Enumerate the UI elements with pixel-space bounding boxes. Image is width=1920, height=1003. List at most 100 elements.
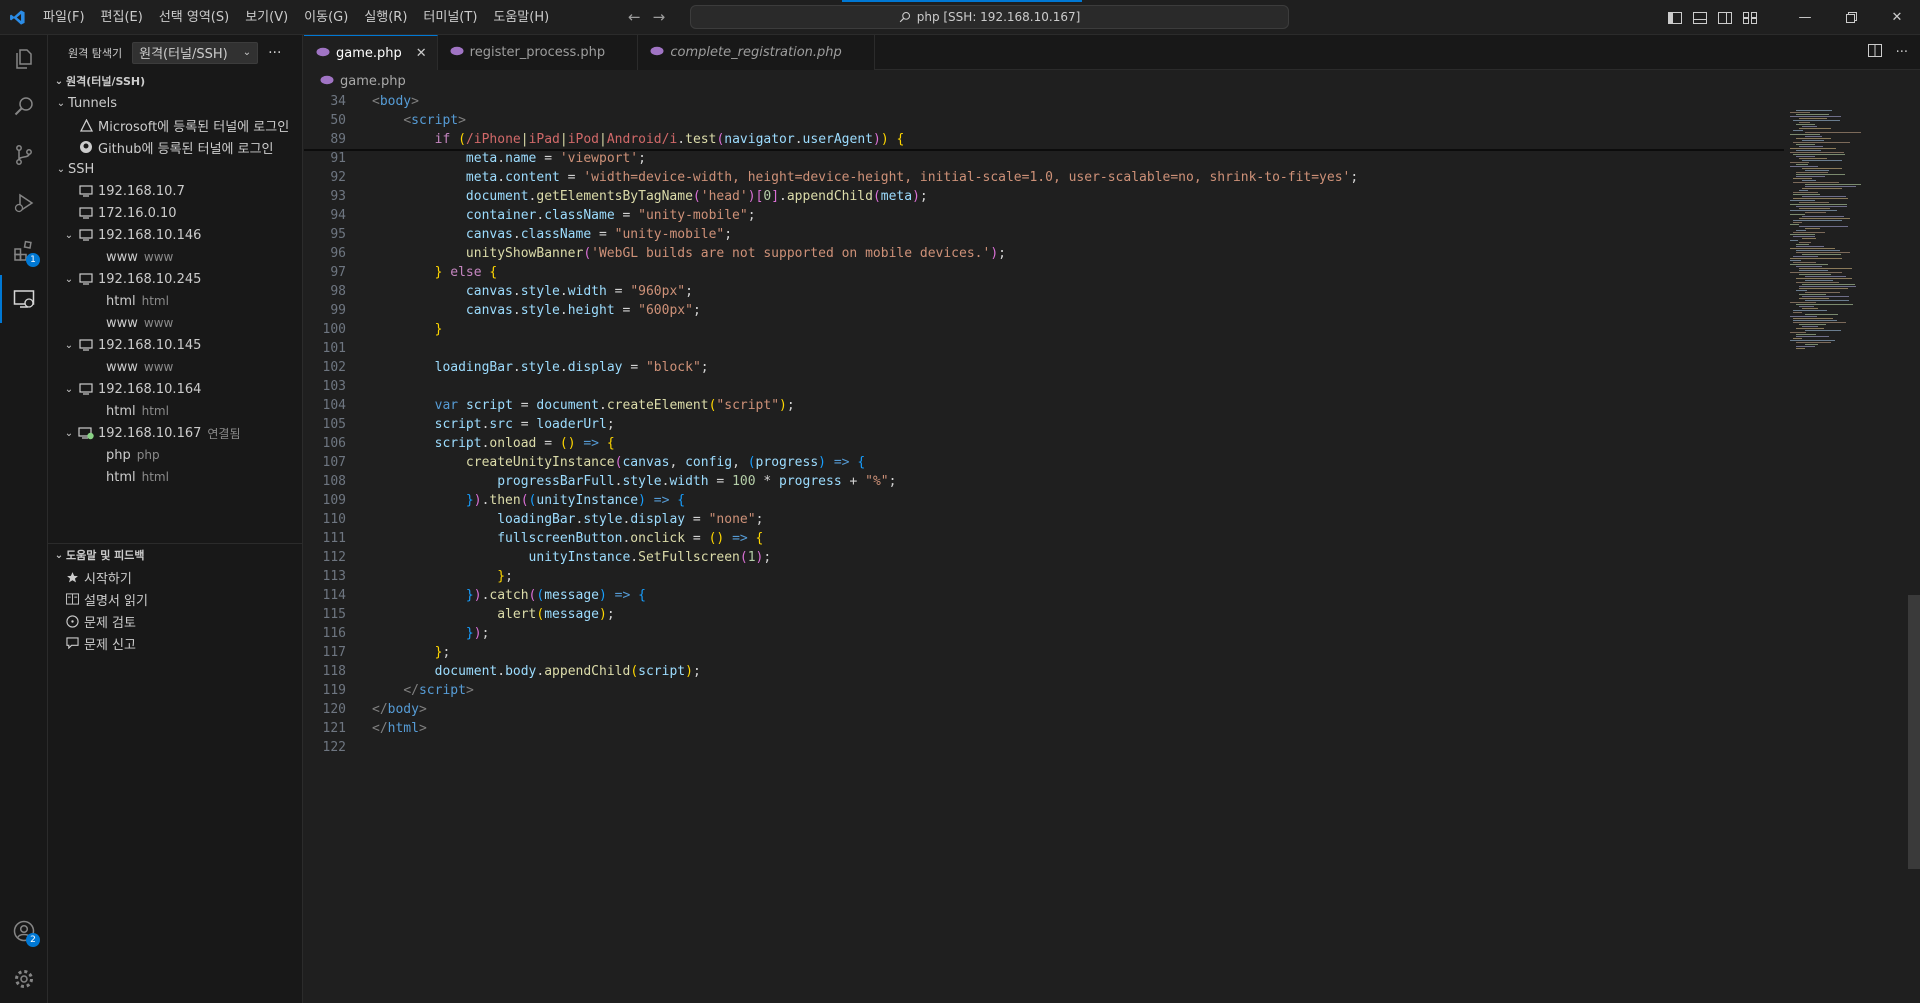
php-file-icon	[650, 45, 664, 60]
menu-item-2[interactable]: 선택 영역(S)	[151, 0, 237, 35]
customize-layout-icon[interactable]	[1737, 0, 1762, 35]
minimap-line	[1793, 154, 1845, 155]
ssh-host-item[interactable]: ⌄ 192.168.10.245	[48, 268, 302, 290]
code-line: 98 canvas.style.width = "960px";	[304, 282, 1784, 301]
tab-list: game.php ✕ register_process.php complete_r…	[304, 35, 876, 70]
remote-folder-item[interactable]: www www	[48, 356, 302, 378]
breadcrumb[interactable]: game.php	[304, 70, 1920, 92]
help-list: 시작하기 설명서 읽기 문제 검토 문제 신고	[48, 566, 302, 654]
code-token: ;	[606, 607, 615, 622]
minimap-line	[1790, 316, 1817, 317]
scrollbar-thumb[interactable]	[1908, 595, 1920, 869]
toggle-primary-sidebar-icon[interactable]	[1662, 0, 1687, 35]
minimap-line	[1790, 210, 1837, 211]
ssh-host-item[interactable]: ⌄ 192.168.10.146	[48, 224, 302, 246]
code-token: progress	[755, 455, 819, 470]
remote-section-header[interactable]: ⌄ 원격(터널/SSH)	[48, 70, 302, 92]
search-view-icon[interactable]	[0, 83, 48, 131]
minimap-line	[1802, 168, 1842, 169]
editor-area: game.php ✕ register_process.php complete_r…	[304, 35, 1920, 1003]
remote-folder-item[interactable]: php php	[48, 444, 302, 466]
run-debug-icon[interactable]	[0, 179, 48, 227]
code-editor[interactable]: 34 <body> 50 <script> 89 if (/iPhone|iPad|i…	[304, 92, 1784, 757]
tunnel-login-item[interactable]: Microsoft에 등록된 터널에 로그인	[48, 114, 302, 136]
chevron-down-icon: ⌄	[64, 383, 74, 395]
tab-complete-registration-php[interactable]: complete_registration.php	[638, 35, 876, 70]
menu-item-0[interactable]: 파일(F)	[35, 0, 93, 35]
minimize-icon[interactable]: —	[1782, 0, 1828, 35]
command-center-search[interactable]: php [SSH: 192.168.10.167]	[690, 5, 1289, 29]
code-token: 'head'	[700, 189, 748, 204]
manage-gear-icon[interactable]	[0, 955, 48, 1003]
menu-item-3[interactable]: 보기(V)	[237, 0, 296, 35]
code-token: ]	[771, 189, 780, 204]
minimap-line	[1793, 178, 1812, 179]
remote-folder-item[interactable]: html html	[48, 466, 302, 488]
close-tab-icon[interactable]	[856, 45, 864, 60]
help-item[interactable]: 설명서 읽기	[48, 588, 302, 610]
code-token: createElement	[606, 398, 709, 413]
row-description: www	[143, 316, 174, 330]
toggle-secondary-sidebar-icon[interactable]	[1712, 0, 1737, 35]
code-token: .	[559, 303, 568, 318]
restore-icon[interactable]	[1828, 0, 1874, 35]
more-actions-icon[interactable]: ···	[1896, 45, 1908, 60]
toggle-panel-icon[interactable]	[1687, 0, 1712, 35]
ssh-host-item[interactable]: ⌄ 192.168.10.164	[48, 378, 302, 400]
line-number: 116	[322, 626, 346, 641]
ssh-host-item[interactable]: ⌄ 192.168.10.145	[48, 334, 302, 356]
tab-game-php[interactable]: game.php ✕	[304, 35, 438, 70]
menu-item-6[interactable]: 터미널(T)	[415, 0, 485, 35]
minimap-line	[1796, 110, 1832, 111]
source-control-icon[interactable]	[0, 131, 48, 179]
minimap[interactable]	[1784, 92, 1904, 1003]
minimap-line	[1799, 306, 1814, 307]
accounts-icon[interactable]: 2	[0, 907, 48, 955]
remote-folder-item[interactable]: html html	[48, 290, 302, 312]
tunnels-group[interactable]: ⌄ Tunnels	[48, 92, 302, 114]
back-arrow-icon[interactable]: ←	[628, 8, 641, 26]
ssh-host-item[interactable]: ⌄ 192.168.10.167 연결됨	[48, 422, 302, 444]
code-token: "600px"	[638, 303, 693, 318]
ssh-host-item[interactable]: 172.16.0.10	[48, 202, 302, 224]
close-tab-icon[interactable]	[619, 45, 627, 60]
tunnel-login-item[interactable]: Github에 등록된 터널에 로그인	[48, 136, 302, 158]
help-section-header[interactable]: ⌄ 도움말 및 피드백	[48, 544, 302, 566]
code-token: meta	[465, 151, 498, 166]
code-token: {	[857, 455, 866, 470]
ssh-host-item[interactable]: 192.168.10.7	[48, 180, 302, 202]
vertical-scrollbar[interactable]	[1906, 92, 1920, 1003]
help-item[interactable]: 문제 검토	[48, 610, 302, 632]
code-token: .	[512, 303, 521, 318]
close-tab-icon[interactable]: ✕	[416, 46, 427, 61]
tab-register-process-php[interactable]: register_process.php	[437, 35, 639, 70]
star-icon	[62, 571, 82, 584]
remote-explorer-icon[interactable]	[0, 275, 48, 323]
minimap-line	[1793, 312, 1802, 313]
help-item[interactable]: 문제 신고	[48, 632, 302, 654]
explorer-icon[interactable]	[0, 35, 48, 83]
remote-folder-item[interactable]: html html	[48, 400, 302, 422]
split-editor-icon[interactable]	[1867, 44, 1882, 61]
ssh-group[interactable]: ⌄ SSH	[48, 158, 302, 180]
code-token: script	[434, 436, 482, 451]
code-token: =>	[614, 588, 631, 603]
line-text: unityInstance.SetFullscreen(1);	[346, 548, 772, 567]
menu-item-1[interactable]: 편집(E)	[93, 0, 151, 35]
forward-arrow-icon[interactable]: →	[653, 8, 666, 26]
help-item[interactable]: 시작하기	[48, 566, 302, 588]
nav-arrows: ← →	[628, 8, 665, 26]
extensions-icon[interactable]: 1	[0, 227, 48, 275]
remote-type-dropdown[interactable]: 원격(터널/SSH) ⌄	[132, 41, 259, 64]
minimap-line	[1796, 150, 1821, 151]
line-text: </script>	[346, 681, 473, 700]
menu-item-4[interactable]: 이동(G)	[296, 0, 356, 35]
remote-folder-item[interactable]: www www	[48, 312, 302, 334]
code-line: 103	[304, 377, 1784, 396]
close-window-icon[interactable]: ✕	[1874, 0, 1920, 35]
menu-item-5[interactable]: 실행(R)	[356, 0, 415, 35]
menu-item-7[interactable]: 도움말(H)	[485, 0, 557, 35]
remote-folder-item[interactable]: www www	[48, 246, 302, 268]
more-actions-icon[interactable]: ···	[268, 45, 281, 61]
